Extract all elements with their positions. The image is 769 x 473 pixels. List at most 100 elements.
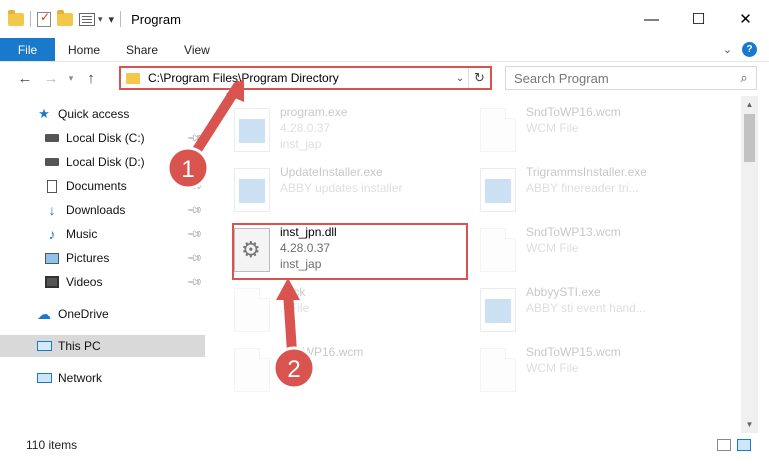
expand-ribbon-icon[interactable]: ⌄ xyxy=(723,43,732,56)
file-type: WCM File xyxy=(526,241,579,255)
file-item[interactable]: ....ck ...File xyxy=(214,282,454,338)
forward-arrow-icon[interactable]: → xyxy=(38,70,64,87)
navigation-bar: ← → ▾ ↑ C:\Program Files\Program Directo… xyxy=(0,62,769,94)
up-arrow-icon[interactable]: ↑ xyxy=(78,70,104,87)
sidebar-item-downloads[interactable]: ↓ Downloads 📌︎ xyxy=(0,199,205,221)
sidebar-item-videos[interactable]: Videos 📌︎ xyxy=(0,271,205,293)
sidebar-item-label: Music xyxy=(66,227,98,241)
pin-icon[interactable]: 📌︎ xyxy=(186,130,203,147)
tab-home[interactable]: Home xyxy=(55,38,113,61)
item-count: 110 items xyxy=(26,438,78,452)
search-input[interactable] xyxy=(514,70,732,86)
separator xyxy=(120,11,122,27)
chevron-down-icon[interactable]: ⌄ xyxy=(452,73,468,84)
sidebar-item-music[interactable]: ♪ Music 📌︎ xyxy=(0,223,205,245)
scroll-down-icon[interactable]: ▼ xyxy=(741,416,758,433)
network-icon xyxy=(36,373,52,383)
address-path[interactable]: C:\Program Files\Program Directory xyxy=(148,71,452,85)
back-arrow-icon[interactable]: ← xyxy=(12,70,38,87)
customize-toolbar-icon[interactable]: ▾ xyxy=(109,13,115,26)
refresh-icon[interactable]: ↻ xyxy=(468,68,490,88)
title-bar: ▾ ▾ Program — ☐ ✕ xyxy=(0,0,769,38)
recent-locations-icon[interactable]: ▾ xyxy=(64,73,78,84)
tab-view[interactable]: View xyxy=(171,38,223,61)
highlight-box-dll xyxy=(232,223,468,280)
computer-icon xyxy=(36,341,52,351)
window-title: Program xyxy=(131,11,181,27)
properties-icon[interactable] xyxy=(37,10,51,27)
file-name: AbbyySTI.exe xyxy=(526,285,601,299)
exe-icon xyxy=(234,108,270,152)
sidebar-item-network[interactable]: Network xyxy=(0,367,205,389)
large-icons-view-icon[interactable] xyxy=(737,439,751,451)
view-options-icon[interactable] xyxy=(79,12,95,26)
file-item[interactable]: UpdateInstaller.exe ABBY updates installe… xyxy=(214,162,454,218)
sidebar-item-this-pc[interactable]: This PC xyxy=(0,335,205,357)
sidebar-item-label: OneDrive xyxy=(58,307,109,321)
sidebar-item-quick-access[interactable]: ★ Quick access xyxy=(0,103,205,125)
maximize-button[interactable]: ☐ xyxy=(675,0,722,38)
minimize-button[interactable]: — xyxy=(628,0,675,38)
sidebar-item-label: This PC xyxy=(58,339,101,353)
sidebar-item-pictures[interactable]: Pictures 📌︎ xyxy=(0,247,205,269)
sidebar-item-label: Quick access xyxy=(58,107,130,121)
search-icon[interactable]: ⌕ xyxy=(732,70,756,86)
file-name: SndToWP15.wcm xyxy=(526,345,621,359)
file-item[interactable]: ...ToWP16.wcm ...ile xyxy=(214,342,454,398)
file-name: program.exe xyxy=(280,105,348,119)
search-box[interactable]: ⌕ xyxy=(505,66,757,90)
sidebar-item-local-disk-d[interactable]: Local Disk (D:) 📌︎ xyxy=(0,151,205,173)
file-item[interactable]: TrigrammsInstaller.exe ABBY finereader tr… xyxy=(460,162,700,218)
pin-icon[interactable]: 📌︎ xyxy=(186,226,203,243)
help-icon[interactable]: ? xyxy=(742,42,757,57)
file-name: TrigrammsInstaller.exe xyxy=(526,165,647,179)
chevron-down-icon[interactable]: ▾ xyxy=(98,14,103,25)
disk-icon xyxy=(45,158,59,166)
file-item[interactable]: SndToWP16.wcm WCM File xyxy=(460,102,700,158)
scrollbar-thumb[interactable] xyxy=(744,114,755,162)
navigation-pane: ★ Quick access Local Disk (C:) 📌︎ Local … xyxy=(0,96,210,433)
sidebar-item-label: Local Disk (C:) xyxy=(66,131,145,145)
file-item[interactable]: SndToWP13.wcm WCM File xyxy=(460,222,700,278)
new-folder-icon[interactable] xyxy=(57,9,73,26)
file-item[interactable]: program.exe 4.28.0.37 inst_jap xyxy=(214,102,454,158)
blank-file-icon xyxy=(480,348,516,392)
blank-file-icon xyxy=(480,228,516,272)
pin-icon[interactable]: 📌︎ xyxy=(186,202,203,219)
pin-icon[interactable]: 📌︎ xyxy=(186,178,203,195)
disk-icon xyxy=(45,134,59,142)
blank-file-icon xyxy=(234,348,270,392)
file-description: ABBY sti event hand... xyxy=(526,301,646,315)
file-name: SndToWP13.wcm xyxy=(526,225,621,239)
file-item[interactable]: SndToWP15.wcm WCM File xyxy=(460,342,700,398)
file-name: ...ToWP16.wcm xyxy=(280,345,364,359)
details-view-icon[interactable] xyxy=(717,439,731,451)
pin-icon[interactable]: 📌︎ xyxy=(186,154,203,171)
pin-icon[interactable]: 📌︎ xyxy=(186,250,203,267)
sidebar-item-local-disk-c[interactable]: Local Disk (C:) 📌︎ xyxy=(0,127,205,149)
file-name: SndToWP16.wcm xyxy=(526,105,621,119)
file-name: UpdateInstaller.exe xyxy=(280,165,383,179)
sidebar-item-documents[interactable]: Documents 📌︎ xyxy=(0,175,205,197)
file-type: ...File xyxy=(280,301,310,315)
vertical-scrollbar[interactable]: ▲ ▼ xyxy=(741,96,758,433)
folder-icon xyxy=(8,9,24,26)
status-bar: 110 items xyxy=(0,433,769,457)
tab-file[interactable]: File xyxy=(0,38,55,61)
sidebar-item-label: Local Disk (D:) xyxy=(66,155,145,169)
address-bar[interactable]: C:\Program Files\Program Directory ⌄ ↻ xyxy=(119,66,492,90)
close-button[interactable]: ✕ xyxy=(722,0,769,38)
scroll-up-icon[interactable]: ▲ xyxy=(741,96,758,113)
star-icon: ★ xyxy=(38,106,50,121)
pin-icon[interactable]: 📌︎ xyxy=(186,274,203,291)
ribbon-tabs: File Home Share View ⌄ ? xyxy=(0,38,769,62)
sidebar-item-onedrive[interactable]: ☁ OneDrive xyxy=(0,303,205,325)
music-icon: ♪ xyxy=(48,226,56,242)
sidebar-item-label: Videos xyxy=(66,275,103,289)
file-type: WCM File xyxy=(526,121,579,135)
file-item[interactable]: AbbyySTI.exe ABBY sti event hand... xyxy=(460,282,700,338)
exe-icon xyxy=(234,168,270,212)
video-icon xyxy=(45,276,59,288)
cloud-icon: ☁ xyxy=(37,305,51,322)
tab-share[interactable]: Share xyxy=(113,38,171,61)
